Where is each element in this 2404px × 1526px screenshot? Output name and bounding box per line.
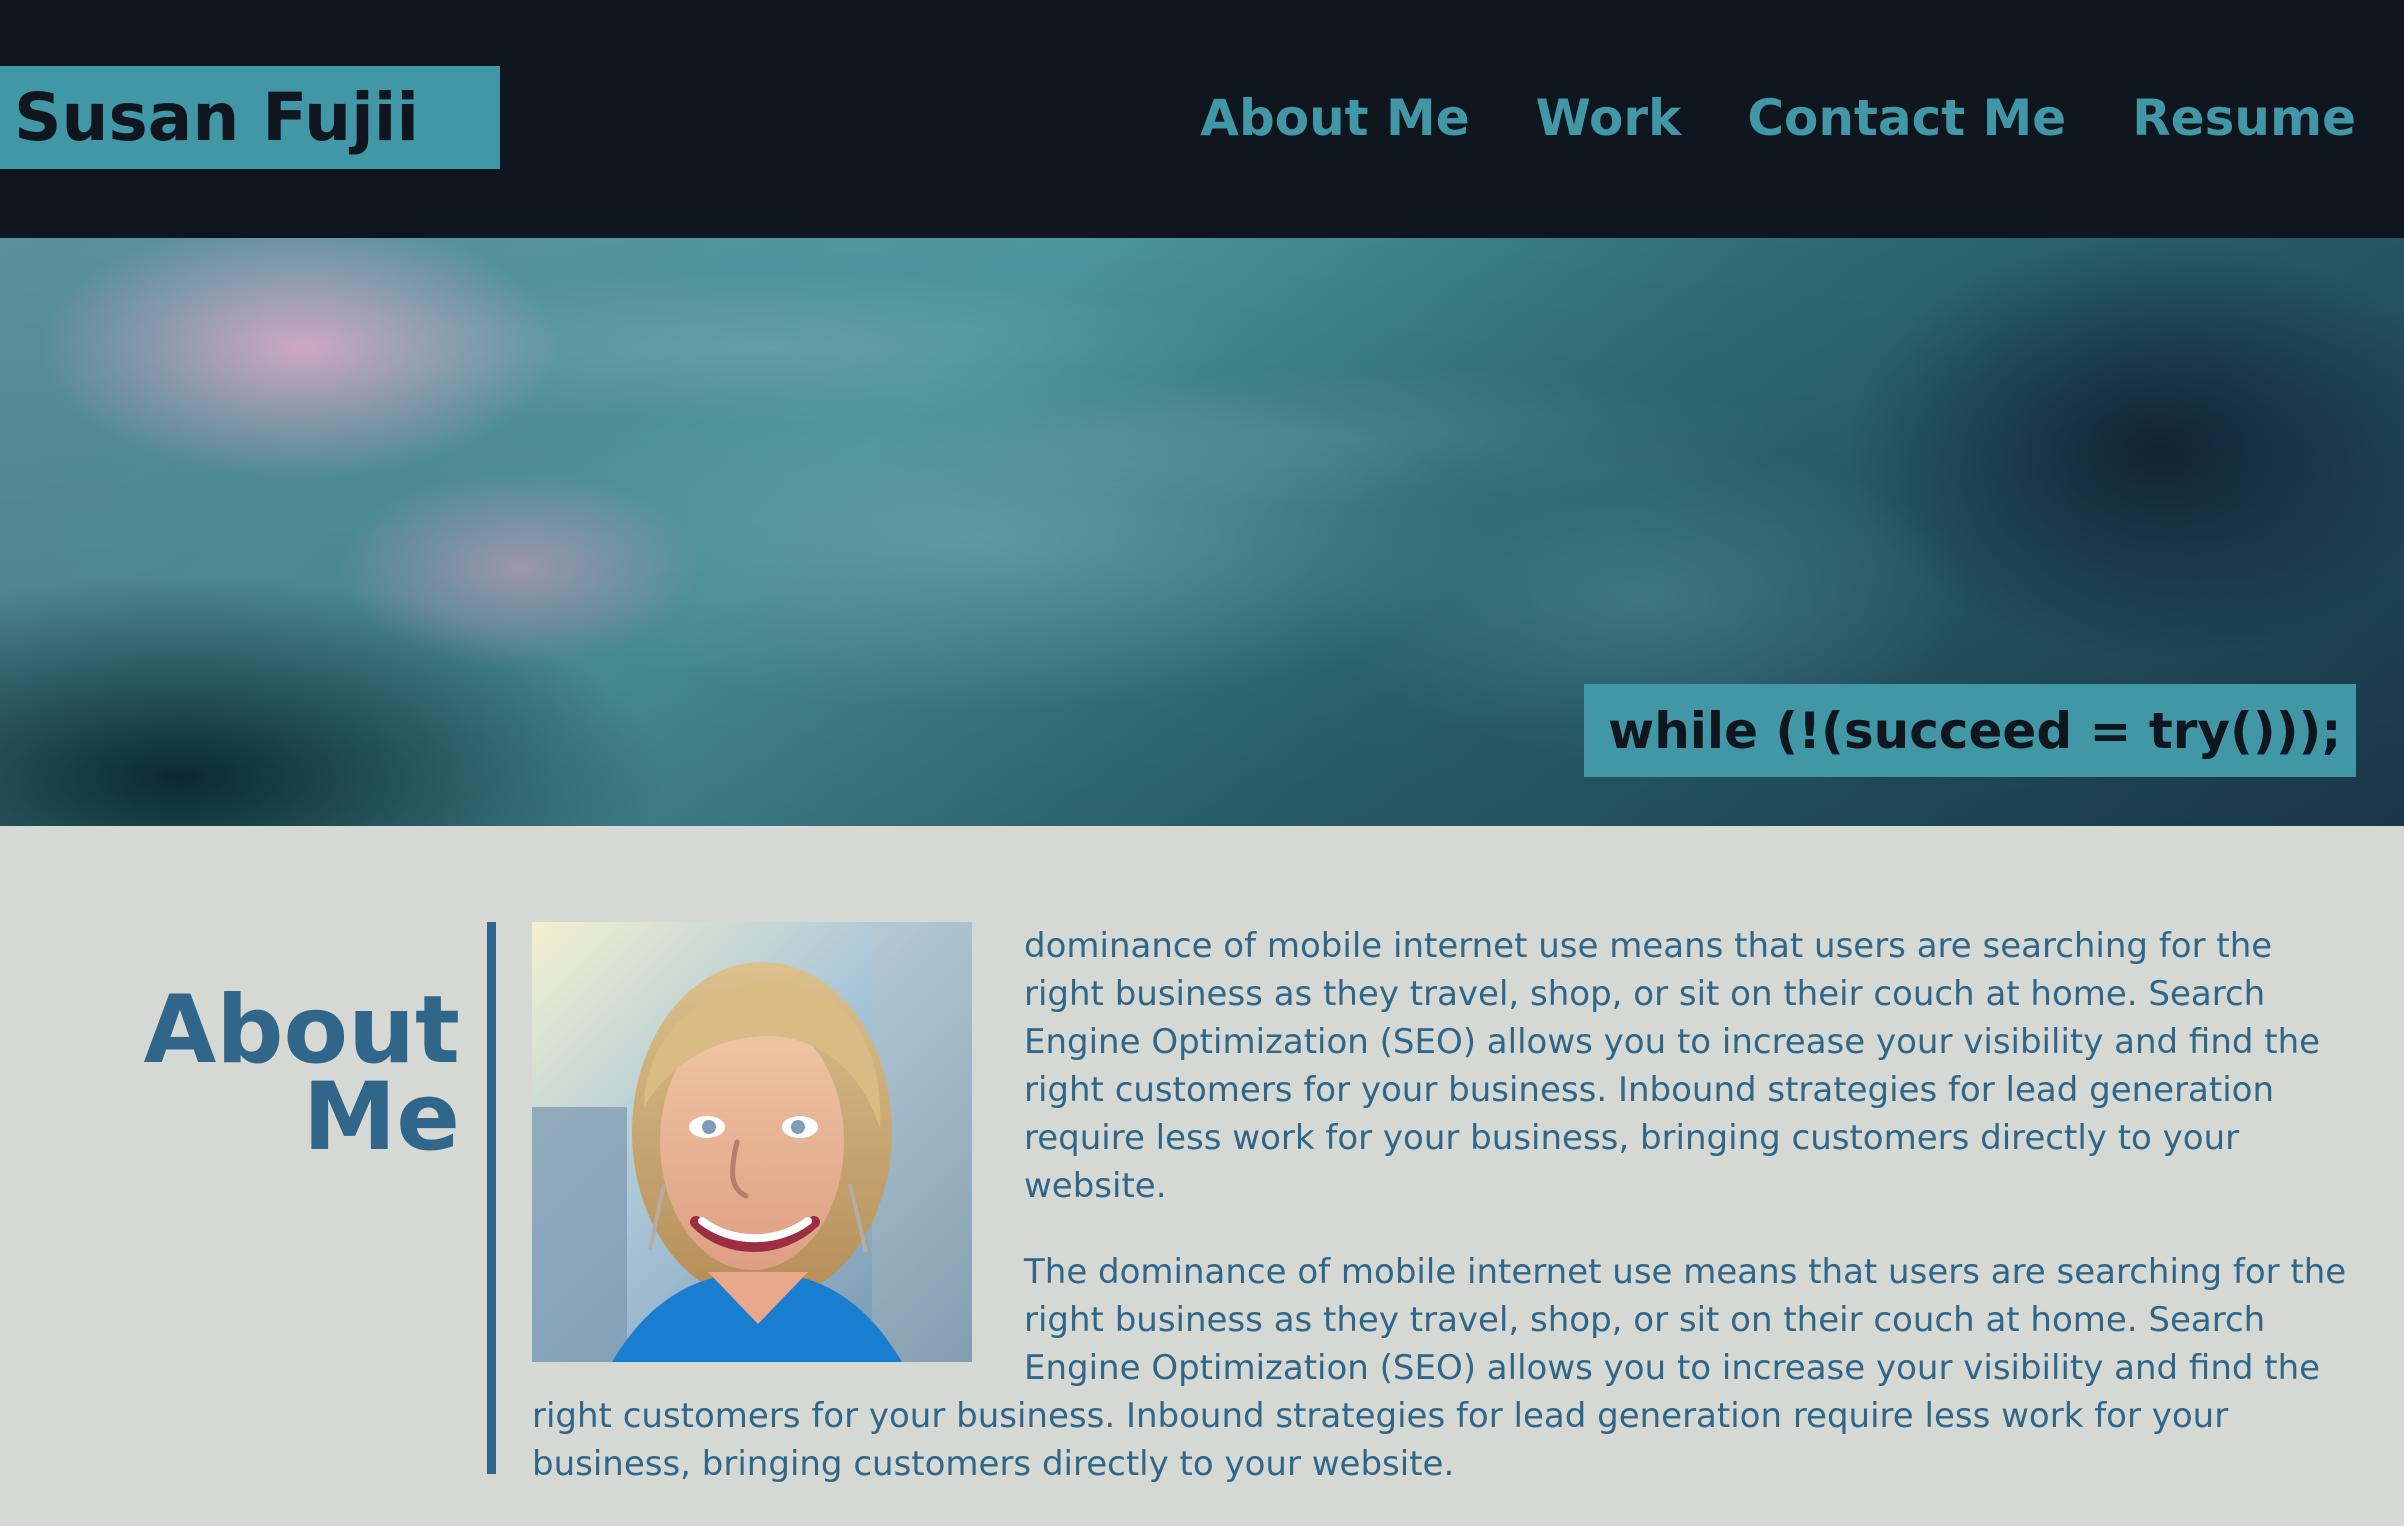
- about-heading: About Me: [143, 975, 460, 1173]
- nav-contact-me-link[interactable]: Contact Me: [1747, 93, 2066, 143]
- nav-resume-link[interactable]: Resume: [2132, 93, 2356, 143]
- portrait-photo-icon: [532, 922, 972, 1362]
- code-quote-badge: while (!(succeed = try()));: [1584, 684, 2356, 777]
- nav-about-me-link[interactable]: About Me: [1200, 93, 1469, 143]
- site-header: Susan Fujii About Me Work Contact Me Res…: [0, 0, 2404, 238]
- code-quote-text: while (!(succeed = try()));: [1608, 701, 2342, 760]
- about-section: About Me dominance of mobile internet us…: [0, 826, 2404, 1484]
- section-divider: [487, 922, 496, 1474]
- site-title: Susan Fujii: [14, 78, 419, 156]
- about-text-column: dominance of mobile internet use means t…: [532, 922, 2360, 1526]
- hero-banner: while (!(succeed = try()));: [0, 238, 2404, 826]
- brand-badge: Susan Fujii: [0, 66, 500, 169]
- top-navigation: About Me Work Contact Me Resume: [1200, 93, 2356, 143]
- nav-work-link[interactable]: Work: [1536, 93, 1682, 143]
